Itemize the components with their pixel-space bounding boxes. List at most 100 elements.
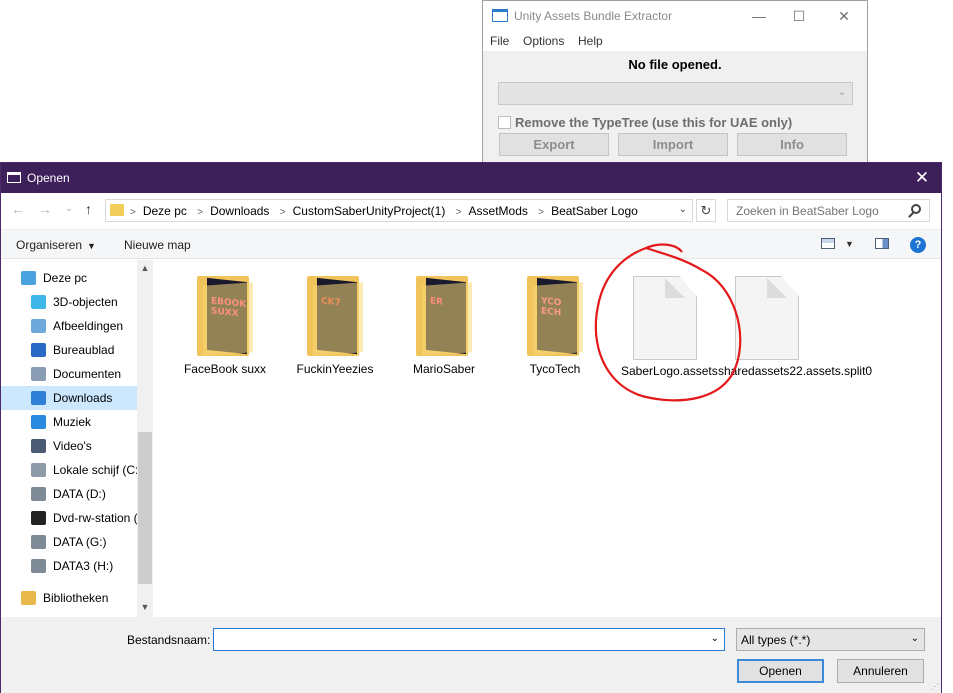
folder-item[interactable]: YCO ECH TycoTech — [511, 276, 599, 376]
chevron-right-icon[interactable]: > — [456, 207, 462, 218]
sidebar-scrollbar[interactable]: ▲ ▼ — [137, 260, 153, 617]
remove-typetree-checkbox[interactable]: Remove the TypeTree (use this for UAE on… — [498, 115, 792, 130]
import-button[interactable]: Import — [618, 133, 728, 156]
document-icon — [633, 276, 697, 360]
uabe-file-combo[interactable]: ⌄ — [498, 82, 853, 105]
menu-file[interactable]: File — [490, 34, 509, 48]
file-name: SaberLogo.assets — [621, 364, 718, 378]
chevron-right-icon[interactable]: > — [538, 207, 544, 218]
checkbox-icon[interactable] — [498, 116, 511, 129]
sidebar-item[interactable]: DATA (D:) — [1, 482, 137, 506]
file-name: TycoTech — [529, 362, 581, 376]
sidebar-item[interactable]: 3D-objecten — [1, 290, 137, 314]
preview-pane-icon[interactable] — [875, 238, 889, 249]
folder-icon: EBOOK SUXX — [193, 276, 257, 358]
sidebar-item[interactable]: Deze pc — [1, 266, 137, 290]
sidebar-item-label: DATA (D:) — [53, 487, 106, 501]
sidebar-item[interactable]: Documenten — [1, 362, 137, 386]
sidebar-item[interactable]: Dvd-rw-station ( — [1, 506, 137, 530]
new-folder-button[interactable]: Nieuwe map — [124, 238, 191, 252]
chevron-right-icon[interactable]: > — [280, 207, 286, 218]
cube-icon — [31, 295, 46, 309]
menu-help[interactable]: Help — [578, 34, 603, 48]
caret-down-icon[interactable]: ▼ — [845, 239, 854, 249]
info-button[interactable]: Info — [737, 133, 847, 156]
filename-combo[interactable]: ⌄ — [213, 628, 725, 651]
search-input[interactable] — [736, 201, 906, 221]
refresh-button[interactable]: ↻ — [696, 199, 716, 222]
chevron-down-icon[interactable]: ⌄ — [711, 633, 719, 644]
breadcrumb-item[interactable]: Deze pc — [143, 204, 187, 218]
file-item[interactable]: SaberLogo.assets — [621, 276, 718, 378]
folder-item[interactable]: CK7 FuckinYeezies — [291, 276, 379, 376]
scroll-thumb[interactable] — [138, 432, 152, 584]
cancel-button[interactable]: Annuleren — [837, 659, 924, 683]
dialog-close-button[interactable]: ✕ — [909, 167, 935, 189]
search-icon[interactable] — [911, 204, 921, 214]
organize-button[interactable]: Organiseren ▼ — [16, 238, 96, 252]
folder-icon: ER — [412, 276, 476, 358]
sidebar-item[interactable]: Video's — [1, 434, 137, 458]
chevron-right-icon[interactable]: > — [197, 207, 203, 218]
scroll-down-icon[interactable]: ▼ — [137, 602, 153, 612]
search-box[interactable] — [727, 199, 930, 222]
computer-icon — [21, 271, 36, 285]
organize-label: Organiseren — [16, 238, 83, 252]
sidebar-item-label: Video's — [53, 439, 92, 453]
chevron-down-icon: ⌄ — [837, 87, 846, 98]
export-button[interactable]: Export — [499, 133, 609, 156]
documents-icon — [31, 367, 46, 381]
sidebar-item[interactable]: Lokale schijf (C:) — [1, 458, 137, 482]
dialog-titlebar[interactable]: Openen ✕ — [1, 163, 941, 193]
sidebar-item[interactable]: Bibliotheken — [1, 586, 137, 610]
dialog-title: Openen — [27, 171, 70, 185]
uabe-titlebar[interactable]: Unity Assets Bundle Extractor — ☐ ✕ — [483, 1, 867, 31]
folder-item[interactable]: ER MarioSaber — [400, 276, 488, 376]
folder-front-shape — [422, 282, 472, 356]
dvd-icon — [31, 511, 46, 525]
help-icon[interactable]: ? — [910, 237, 926, 253]
download-icon — [31, 391, 46, 405]
page-fold-shape — [767, 277, 786, 298]
file-type-select[interactable]: All types (*.*) ⌄ — [736, 628, 925, 651]
address-bar[interactable]: > Deze pc > Downloads > CustomSaberUnityPro… — [105, 199, 693, 222]
sidebar-item[interactable]: Afbeeldingen — [1, 314, 137, 338]
sidebar-item[interactable]: Muziek — [1, 410, 137, 434]
scroll-up-icon[interactable]: ▲ — [137, 263, 153, 273]
recent-locations-icon[interactable]: ⌄ — [65, 203, 73, 214]
file-item[interactable]: sharedassets22.assets.split0 — [718, 276, 872, 378]
close-button[interactable]: ✕ — [834, 7, 854, 25]
up-arrow-icon[interactable]: ↑ — [85, 201, 92, 217]
chevron-down-icon[interactable]: ⌄ — [679, 204, 687, 215]
breadcrumb-item[interactable]: CustomSaberUnityProject(1) — [293, 204, 446, 218]
folder-icon: CK7 — [303, 276, 367, 358]
sidebar-item[interactable]: Bureaublad — [1, 338, 137, 362]
file-type-value: All types (*.*) — [741, 633, 811, 647]
resize-grip-icon[interactable]: ⋰ — [931, 682, 939, 691]
sidebar-item[interactable]: Downloads — [1, 386, 137, 410]
breadcrumb-item[interactable]: Downloads — [210, 204, 269, 218]
folder-front-shape — [533, 282, 583, 356]
breadcrumb-item[interactable]: BeatSaber Logo — [551, 204, 638, 218]
back-arrow-icon[interactable]: ← — [11, 201, 25, 217]
sidebar-item-label: 3D-objecten — [53, 295, 118, 309]
file-name: FuckinYeezies — [296, 362, 374, 376]
command-bar: Organiseren ▼ Nieuwe map ▼ ? — [1, 229, 941, 259]
breadcrumb-item[interactable]: AssetMods — [469, 204, 528, 218]
forward-arrow-icon[interactable]: → — [38, 201, 52, 217]
filename-input[interactable] — [217, 630, 707, 650]
minimize-button[interactable]: — — [749, 7, 769, 25]
menu-options[interactable]: Options — [523, 34, 564, 48]
sidebar-item-label: Dvd-rw-station ( — [53, 511, 137, 525]
folder-item[interactable]: EBOOK SUXX FaceBook suxx — [181, 276, 269, 376]
video-icon — [31, 439, 46, 453]
sidebar-item[interactable]: DATA3 (H:) — [1, 554, 137, 578]
address-row: ← → ⌄ ↑ > Deze pc > Downloads > CustomSaber… — [1, 199, 941, 223]
sidebar-item-label: DATA3 (H:) — [53, 559, 114, 573]
window-icon — [7, 172, 21, 183]
view-options-icon[interactable] — [821, 238, 835, 249]
maximize-button[interactable]: ☐ — [789, 7, 809, 25]
sidebar-item[interactable]: DATA (G:) — [1, 530, 137, 554]
folder-icon: YCO ECH — [523, 276, 587, 358]
open-button[interactable]: Openen — [737, 659, 824, 683]
